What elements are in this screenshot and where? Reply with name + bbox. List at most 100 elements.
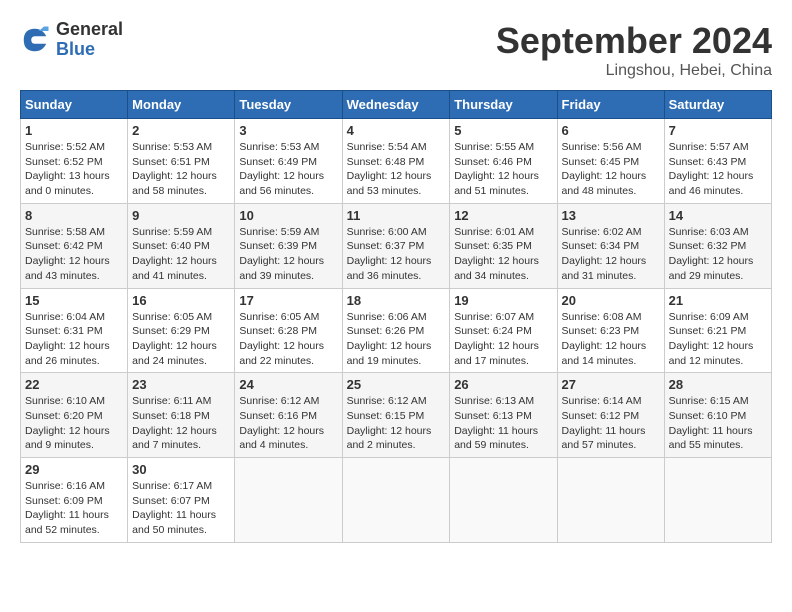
day-number: 15 (25, 293, 123, 308)
day-info: Sunrise: 5:55 AM Sunset: 6:46 PM Dayligh… (454, 140, 552, 199)
sunset-label: Sunset: 6:29 PM (132, 325, 210, 337)
daylight-label: Daylight: 12 hours and 41 minutes. (132, 255, 217, 282)
sunset-label: Sunset: 6:51 PM (132, 156, 210, 168)
day-info: Sunrise: 6:09 AM Sunset: 6:21 PM Dayligh… (669, 310, 767, 369)
sunset-label: Sunset: 6:39 PM (239, 240, 317, 252)
sunset-label: Sunset: 6:16 PM (239, 410, 317, 422)
calendar-cell (664, 458, 771, 543)
day-info: Sunrise: 6:17 AM Sunset: 6:07 PM Dayligh… (132, 479, 230, 538)
day-info: Sunrise: 5:57 AM Sunset: 6:43 PM Dayligh… (669, 140, 767, 199)
sunset-label: Sunset: 6:12 PM (562, 410, 640, 422)
daylight-label: Daylight: 12 hours and 4 minutes. (239, 425, 324, 452)
day-info: Sunrise: 5:54 AM Sunset: 6:48 PM Dayligh… (347, 140, 446, 199)
calendar-cell: 23 Sunrise: 6:11 AM Sunset: 6:18 PM Dayl… (128, 373, 235, 458)
day-info: Sunrise: 6:16 AM Sunset: 6:09 PM Dayligh… (25, 479, 123, 538)
header-day-wednesday: Wednesday (342, 91, 450, 119)
day-number: 14 (669, 208, 767, 223)
sunset-label: Sunset: 6:24 PM (454, 325, 532, 337)
day-info: Sunrise: 6:10 AM Sunset: 6:20 PM Dayligh… (25, 394, 123, 453)
calendar-cell (235, 458, 342, 543)
header-day-friday: Friday (557, 91, 664, 119)
daylight-label: Daylight: 12 hours and 58 minutes. (132, 170, 217, 197)
sunrise-label: Sunrise: 6:08 AM (562, 311, 642, 323)
calendar-week-4: 22 Sunrise: 6:10 AM Sunset: 6:20 PM Dayl… (21, 373, 772, 458)
day-info: Sunrise: 5:59 AM Sunset: 6:39 PM Dayligh… (239, 225, 337, 284)
day-number: 22 (25, 377, 123, 392)
sunrise-label: Sunrise: 5:59 AM (132, 226, 212, 238)
sunrise-label: Sunrise: 5:54 AM (347, 141, 427, 153)
day-info: Sunrise: 5:56 AM Sunset: 6:45 PM Dayligh… (562, 140, 660, 199)
calendar-cell: 24 Sunrise: 6:12 AM Sunset: 6:16 PM Dayl… (235, 373, 342, 458)
sunrise-label: Sunrise: 5:57 AM (669, 141, 749, 153)
sunset-label: Sunset: 6:40 PM (132, 240, 210, 252)
logo-blue: Blue (56, 40, 123, 60)
calendar-cell: 20 Sunrise: 6:08 AM Sunset: 6:23 PM Dayl… (557, 288, 664, 373)
calendar-body: 1 Sunrise: 5:52 AM Sunset: 6:52 PM Dayli… (21, 119, 772, 543)
sunset-label: Sunset: 6:42 PM (25, 240, 103, 252)
calendar-cell: 28 Sunrise: 6:15 AM Sunset: 6:10 PM Dayl… (664, 373, 771, 458)
day-number: 1 (25, 123, 123, 138)
daylight-label: Daylight: 12 hours and 26 minutes. (25, 340, 110, 367)
sunset-label: Sunset: 6:43 PM (669, 156, 747, 168)
day-info: Sunrise: 5:53 AM Sunset: 6:49 PM Dayligh… (239, 140, 337, 199)
calendar-cell: 25 Sunrise: 6:12 AM Sunset: 6:15 PM Dayl… (342, 373, 450, 458)
sunset-label: Sunset: 6:28 PM (239, 325, 317, 337)
daylight-label: Daylight: 12 hours and 2 minutes. (347, 425, 432, 452)
day-info: Sunrise: 6:07 AM Sunset: 6:24 PM Dayligh… (454, 310, 552, 369)
day-number: 24 (239, 377, 337, 392)
calendar-cell: 21 Sunrise: 6:09 AM Sunset: 6:21 PM Dayl… (664, 288, 771, 373)
sunset-label: Sunset: 6:31 PM (25, 325, 103, 337)
daylight-label: Daylight: 12 hours and 17 minutes. (454, 340, 539, 367)
daylight-label: Daylight: 11 hours and 57 minutes. (562, 425, 646, 452)
sunrise-label: Sunrise: 6:12 AM (347, 395, 427, 407)
calendar-cell: 27 Sunrise: 6:14 AM Sunset: 6:12 PM Dayl… (557, 373, 664, 458)
calendar-week-5: 29 Sunrise: 6:16 AM Sunset: 6:09 PM Dayl… (21, 458, 772, 543)
calendar-cell: 5 Sunrise: 5:55 AM Sunset: 6:46 PM Dayli… (450, 119, 557, 204)
day-number: 19 (454, 293, 552, 308)
calendar-cell (557, 458, 664, 543)
header-day-saturday: Saturday (664, 91, 771, 119)
sunrise-label: Sunrise: 6:03 AM (669, 226, 749, 238)
sunrise-label: Sunrise: 6:05 AM (239, 311, 319, 323)
header-day-tuesday: Tuesday (235, 91, 342, 119)
calendar-cell: 7 Sunrise: 5:57 AM Sunset: 6:43 PM Dayli… (664, 119, 771, 204)
day-info: Sunrise: 5:53 AM Sunset: 6:51 PM Dayligh… (132, 140, 230, 199)
header-row: SundayMondayTuesdayWednesdayThursdayFrid… (21, 91, 772, 119)
day-info: Sunrise: 5:59 AM Sunset: 6:40 PM Dayligh… (132, 225, 230, 284)
day-info: Sunrise: 6:03 AM Sunset: 6:32 PM Dayligh… (669, 225, 767, 284)
calendar-cell: 12 Sunrise: 6:01 AM Sunset: 6:35 PM Dayl… (450, 203, 557, 288)
daylight-label: Daylight: 12 hours and 12 minutes. (669, 340, 754, 367)
calendar-cell: 22 Sunrise: 6:10 AM Sunset: 6:20 PM Dayl… (21, 373, 128, 458)
day-info: Sunrise: 6:06 AM Sunset: 6:26 PM Dayligh… (347, 310, 446, 369)
logo-icon (20, 25, 50, 55)
sunset-label: Sunset: 6:32 PM (669, 240, 747, 252)
day-info: Sunrise: 6:12 AM Sunset: 6:16 PM Dayligh… (239, 394, 337, 453)
day-number: 7 (669, 123, 767, 138)
day-info: Sunrise: 6:15 AM Sunset: 6:10 PM Dayligh… (669, 394, 767, 453)
sunrise-label: Sunrise: 6:06 AM (347, 311, 427, 323)
day-number: 30 (132, 462, 230, 477)
daylight-label: Daylight: 12 hours and 56 minutes. (239, 170, 324, 197)
day-number: 28 (669, 377, 767, 392)
daylight-label: Daylight: 11 hours and 55 minutes. (669, 425, 753, 452)
day-info: Sunrise: 5:58 AM Sunset: 6:42 PM Dayligh… (25, 225, 123, 284)
calendar-cell: 6 Sunrise: 5:56 AM Sunset: 6:45 PM Dayli… (557, 119, 664, 204)
sunset-label: Sunset: 6:18 PM (132, 410, 210, 422)
day-info: Sunrise: 6:05 AM Sunset: 6:28 PM Dayligh… (239, 310, 337, 369)
day-number: 18 (347, 293, 446, 308)
calendar-cell: 26 Sunrise: 6:13 AM Sunset: 6:13 PM Dayl… (450, 373, 557, 458)
day-info: Sunrise: 6:01 AM Sunset: 6:35 PM Dayligh… (454, 225, 552, 284)
day-number: 10 (239, 208, 337, 223)
sunset-label: Sunset: 6:26 PM (347, 325, 425, 337)
daylight-label: Daylight: 12 hours and 43 minutes. (25, 255, 110, 282)
daylight-label: Daylight: 12 hours and 7 minutes. (132, 425, 217, 452)
day-number: 8 (25, 208, 123, 223)
calendar-cell: 9 Sunrise: 5:59 AM Sunset: 6:40 PM Dayli… (128, 203, 235, 288)
calendar-cell: 13 Sunrise: 6:02 AM Sunset: 6:34 PM Dayl… (557, 203, 664, 288)
daylight-label: Daylight: 11 hours and 52 minutes. (25, 509, 109, 536)
day-number: 6 (562, 123, 660, 138)
sunset-label: Sunset: 6:07 PM (132, 495, 210, 507)
daylight-label: Daylight: 12 hours and 48 minutes. (562, 170, 647, 197)
daylight-label: Daylight: 12 hours and 19 minutes. (347, 340, 432, 367)
sunset-label: Sunset: 6:23 PM (562, 325, 640, 337)
